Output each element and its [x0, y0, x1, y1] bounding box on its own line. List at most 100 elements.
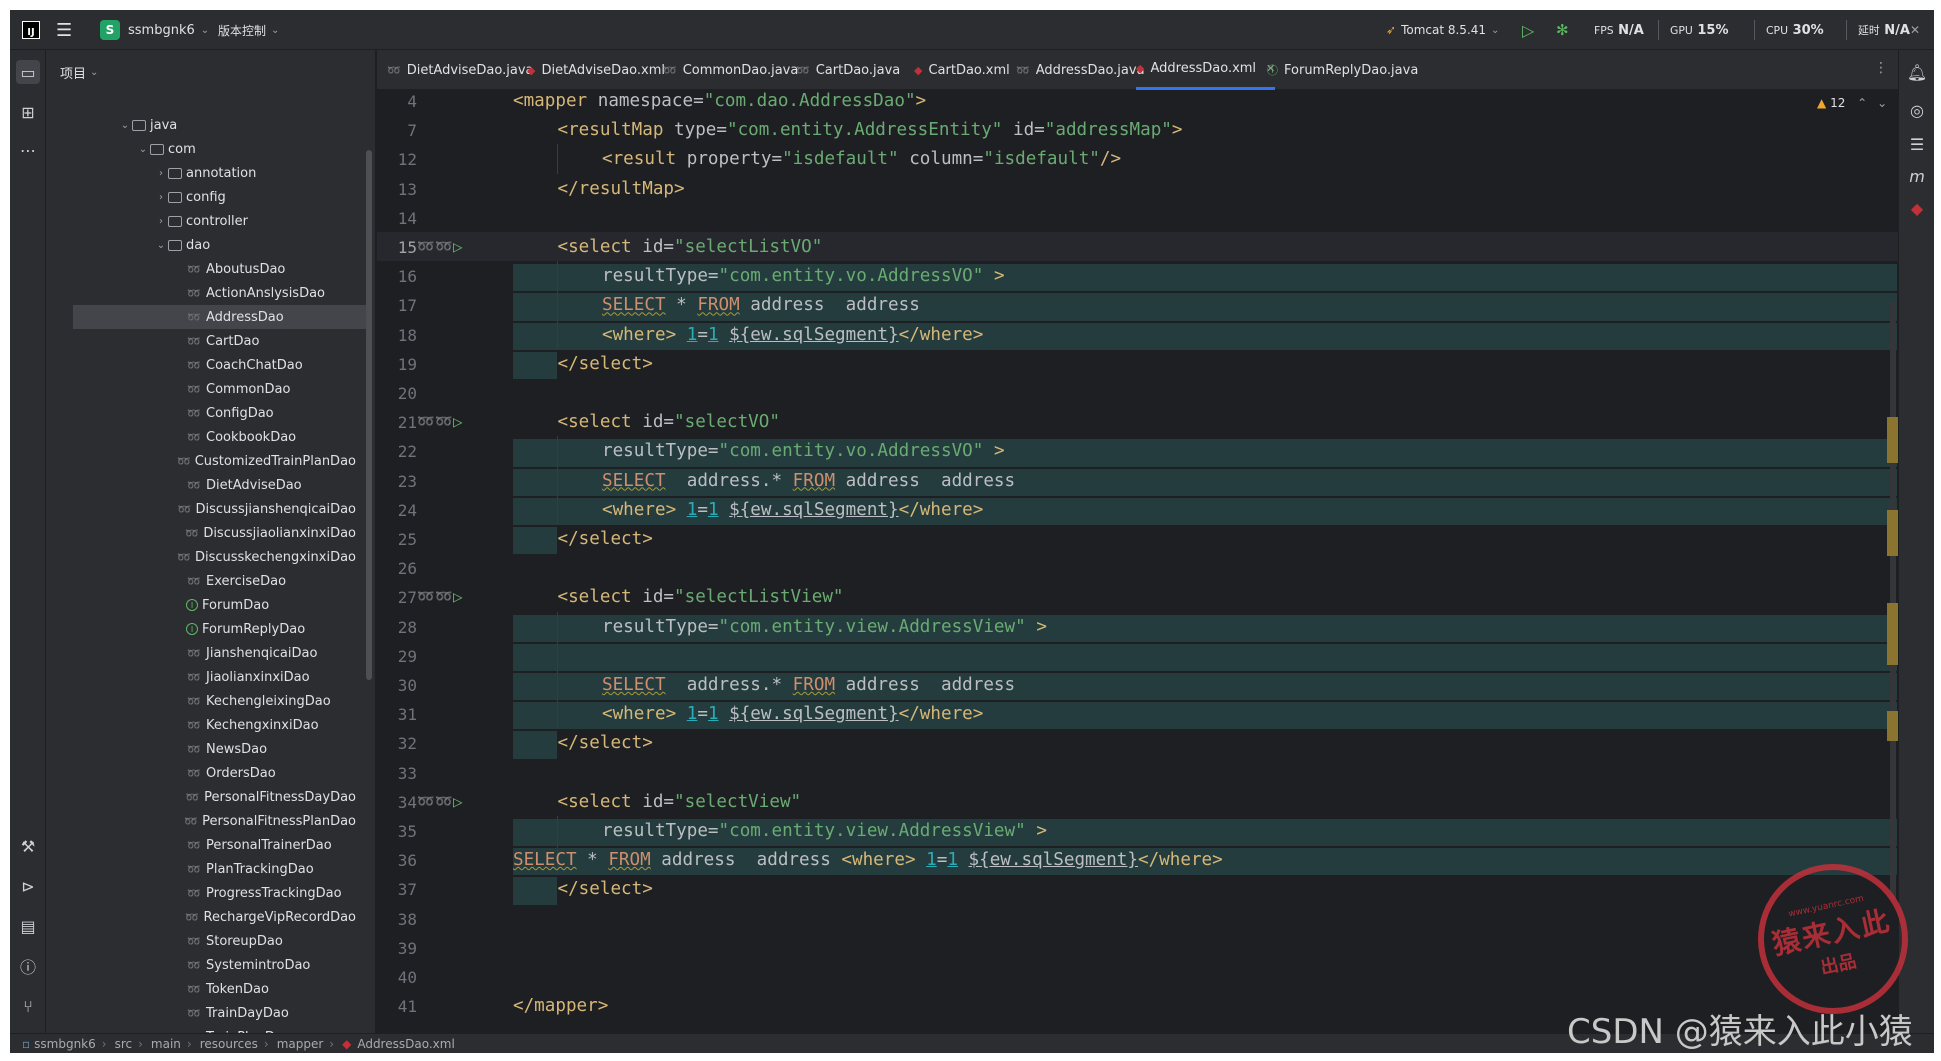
chevron-right-icon[interactable]: ›: [154, 168, 168, 179]
breadcrumb-item[interactable]: ssmbgnk6: [34, 1037, 96, 1051]
tree-file-NewsDao[interactable]: ➿ NewsDao: [46, 737, 356, 761]
tab-CartDao-xml[interactable]: ◆ CartDao.xml: [914, 50, 1010, 90]
mybatis-navigate-icon[interactable]: ➿: [417, 414, 434, 430]
warning-marker[interactable]: [1887, 603, 1898, 665]
tree-file-CartDao[interactable]: ➿ CartDao: [46, 329, 356, 353]
chevron-down-icon[interactable]: ⌄: [1877, 96, 1887, 110]
chevron-up-icon[interactable]: ⌃: [1857, 96, 1867, 110]
tree-folder-annotation[interactable]: › annotation: [46, 161, 356, 185]
more-icon[interactable]: ⋯: [16, 138, 40, 162]
chevron-down-icon[interactable]: ⌄: [154, 240, 168, 251]
tree-folder-config[interactable]: › config: [46, 185, 356, 209]
tree-folder-dao[interactable]: ⌄ dao: [46, 233, 356, 257]
mybatis-navigate-icon[interactable]: ➿: [435, 414, 452, 430]
tab-CommonDao-java[interactable]: ➿ CommonDao.java: [663, 50, 798, 90]
tree-file-TrainDayDao[interactable]: ➿ TrainDayDao: [46, 1001, 356, 1025]
run-icon[interactable]: ▷: [1522, 10, 1534, 50]
mybatis-navigate-icon[interactable]: ➿: [435, 794, 452, 810]
tab-options-icon[interactable]: ⋮: [1874, 60, 1888, 76]
tree-file-DiscusskechengxinxiDao[interactable]: ➿ DiscusskechengxinxiDao: [46, 545, 356, 569]
tree-file-AddressDao[interactable]: ➿ AddressDao: [73, 305, 366, 329]
tab-ForumReplyDao-java[interactable]: ⓘ ForumReplyDao.java: [1267, 50, 1418, 90]
tree-file-PersonalFitnessPlanDao[interactable]: ➿ PersonalFitnessPlanDao: [46, 809, 356, 833]
tree-file-ForumReplyDao[interactable]: I ForumReplyDao: [46, 617, 356, 641]
problems-icon[interactable]: ⓘ: [16, 954, 40, 978]
project-panel-header[interactable]: 项目 ⌄: [60, 62, 98, 82]
editor-scrollbar[interactable]: [1890, 300, 1896, 900]
tab-DietAdviseDao-java[interactable]: ➿ DietAdviseDao.java: [387, 50, 534, 90]
tree-file-KechengleixingDao[interactable]: ➿ KechengleixingDao: [46, 689, 356, 713]
tree-file-ForumDao[interactable]: I ForumDao: [46, 593, 356, 617]
tree-file-AboutusDao[interactable]: ➿ AboutusDao: [46, 257, 356, 281]
project-switcher[interactable]: S ssmbgnk6 ⌄: [100, 10, 209, 50]
notifications-icon[interactable]: 🔔︎: [1905, 60, 1929, 84]
mybatis-navigate-icon[interactable]: ➿: [417, 239, 434, 255]
run-sql-icon[interactable]: ▷: [453, 587, 463, 606]
tree-file-TokenDao[interactable]: ➿ TokenDao: [46, 977, 356, 1001]
tree-file-OrdersDao[interactable]: ➿ OrdersDao: [46, 761, 356, 785]
terminal-icon[interactable]: ▤: [16, 914, 40, 938]
mybatis-navigate-icon[interactable]: ➿: [417, 589, 434, 605]
warning-marker[interactable]: [1887, 711, 1898, 741]
tree-file-PersonalTrainerDao[interactable]: ➿ PersonalTrainerDao: [46, 833, 356, 857]
tree-file-SystemintroDao[interactable]: ➿ SystemintroDao: [46, 953, 356, 977]
tree-file-DietAdviseDao[interactable]: ➿ DietAdviseDao: [46, 473, 356, 497]
breadcrumb-item[interactable]: mapper: [277, 1037, 324, 1051]
app-logo[interactable]: IJ: [22, 10, 40, 50]
tree-file-DiscussjiaolianxinxiDao[interactable]: ➿ DiscussjiaolianxinxiDao: [46, 521, 356, 545]
git-icon[interactable]: ⑂: [16, 994, 40, 1018]
run-sql-icon[interactable]: ▷: [453, 412, 463, 431]
run-config-selector[interactable]: ➶ Tomcat 8.5.41 ⌄: [1386, 10, 1499, 50]
maven-icon[interactable]: m: [1905, 164, 1929, 188]
tree-file-KechengxinxiDao[interactable]: ➿ KechengxinxiDao: [46, 713, 356, 737]
tree-file-JiaolianxinxiDao[interactable]: ➿ JiaolianxinxiDao: [46, 665, 356, 689]
build-icon[interactable]: ⚒: [16, 834, 40, 858]
tree-file-ExerciseDao[interactable]: ➿ ExerciseDao: [46, 569, 356, 593]
tree-file-CommonDao[interactable]: ➿ CommonDao: [46, 377, 356, 401]
mybatis-navigate-icon[interactable]: ➿: [435, 589, 452, 605]
mybatis-navigate-icon[interactable]: ➿: [435, 239, 452, 255]
inspection-widget[interactable]: ▲ 12 ⌃ ⌄: [1817, 96, 1887, 110]
tree-file-CoachChatDao[interactable]: ➿ CoachChatDao: [46, 353, 356, 377]
breadcrumb-item[interactable]: AddressDao.xml: [357, 1037, 454, 1051]
tree-file-PlanTrackingDao[interactable]: ➿ PlanTrackingDao: [46, 857, 356, 881]
tree-file-CustomizedTrainPlanDao[interactable]: ➿ CustomizedTrainPlanDao: [46, 449, 356, 473]
code-editor[interactable]: 4 <mapper namespace="com.dao.AddressDao">…: [377, 90, 1898, 1033]
tree-folder-com[interactable]: ⌄ com: [46, 137, 356, 161]
main-menu-icon[interactable]: ☰: [56, 10, 72, 50]
tree-file-TrainPlanDao[interactable]: ➿TrainPlanDao: [46, 1025, 356, 1034]
tree-file-CookbookDao[interactable]: ➿ CookbookDao: [46, 425, 356, 449]
tree-file-ProgressTrackingDao[interactable]: ➿ ProgressTrackingDao: [46, 881, 356, 905]
project-folder-icon[interactable]: ▭: [16, 60, 40, 84]
tab-DietAdviseDao-xml[interactable]: ◆ DietAdviseDao.xml: [527, 50, 665, 90]
vcs-menu[interactable]: 版本控制 ⌄: [218, 10, 279, 50]
structure-icon[interactable]: ⊞: [16, 100, 40, 124]
tree-file-JianshenqicaiDao[interactable]: ➿ JianshenqicaiDao: [46, 641, 356, 665]
run-sql-icon[interactable]: ▷: [453, 237, 463, 256]
chevron-right-icon[interactable]: ›: [154, 216, 168, 227]
tab-CartDao-java[interactable]: ➿ CartDao.java: [796, 50, 900, 90]
warning-marker[interactable]: [1887, 510, 1898, 556]
tree-file-ActionAnslysisDao[interactable]: ➿ ActionAnslysisDao: [46, 281, 356, 305]
chevron-down-icon[interactable]: ⌄: [136, 144, 150, 155]
tree-scrollbar[interactable]: [366, 150, 372, 680]
database-icon[interactable]: ☰: [1905, 132, 1929, 156]
tree-file-DiscussjianshenqicaiDao[interactable]: ➿ DiscussjianshenqicaiDao: [46, 497, 356, 521]
tree-file-StoreupDao[interactable]: ➿ StoreupDao: [46, 929, 356, 953]
chevron-down-icon[interactable]: ⌄: [118, 120, 132, 131]
tab-AddressDao-java[interactable]: ➿ AddressDao.java: [1016, 50, 1145, 90]
debug-icon[interactable]: ✻: [1556, 10, 1569, 50]
ai-assistant-icon[interactable]: ◎: [1905, 98, 1929, 122]
mybatis-navigate-icon[interactable]: ➿: [417, 794, 434, 810]
run-sql-icon[interactable]: ▷: [453, 792, 463, 811]
tree-folder-controller[interactable]: › controller: [46, 209, 356, 233]
tree-file-PersonalFitnessDayDao[interactable]: ➿ PersonalFitnessDayDao: [46, 785, 356, 809]
tree-file-ConfigDao[interactable]: ➿ ConfigDao: [46, 401, 356, 425]
breadcrumb-item[interactable]: resources: [200, 1037, 258, 1051]
tab-AddressDao-xml[interactable]: ◆ AddressDao.xml ✕: [1136, 50, 1276, 90]
warning-marker[interactable]: [1887, 417, 1898, 463]
tree-folder-java[interactable]: ⌄ java: [46, 113, 356, 137]
chevron-right-icon[interactable]: ›: [154, 192, 168, 203]
close-icon[interactable]: ✕: [1910, 10, 1920, 50]
breadcrumb-item[interactable]: main: [151, 1037, 181, 1051]
